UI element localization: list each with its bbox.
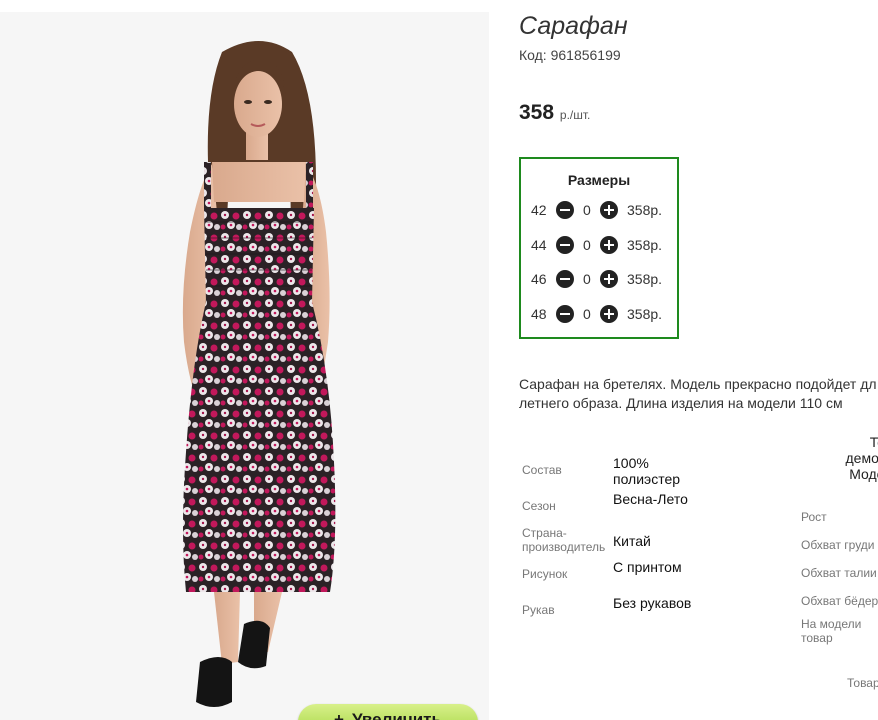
plus-icon[interactable] bbox=[600, 305, 618, 323]
size-price: 358р. bbox=[627, 271, 663, 287]
size-quantity: 0 bbox=[583, 202, 591, 218]
product-price: 358 р./шт. bbox=[519, 101, 590, 125]
size-label: 42 bbox=[531, 202, 547, 218]
model-param-label: На модели товар bbox=[801, 617, 862, 645]
spec-value: С принтом bbox=[613, 559, 682, 575]
size-quantity: 0 bbox=[583, 271, 591, 287]
heading-line: демонст bbox=[845, 450, 878, 466]
zoom-button[interactable]: + Увеличить bbox=[298, 704, 478, 720]
size-price: 358р. bbox=[627, 237, 663, 253]
model-params-heading: Това демонст Модели bbox=[790, 434, 878, 482]
spec-value: Китай bbox=[613, 533, 651, 549]
spec-value: 100% полиэстер bbox=[613, 455, 681, 487]
size-quantity: 0 bbox=[583, 237, 591, 253]
size-label: 48 bbox=[531, 306, 547, 322]
product-title: Сарафан bbox=[519, 12, 628, 40]
spec-label: Состав bbox=[522, 463, 562, 477]
product-photo[interactable] bbox=[0, 12, 489, 720]
spec-value: Без рукавов bbox=[613, 595, 692, 611]
size-quantity: 0 bbox=[583, 306, 591, 322]
spec-label: Сезон bbox=[522, 499, 556, 513]
size-row-46: 46 0 358р. bbox=[521, 269, 677, 289]
minus-icon[interactable] bbox=[556, 201, 574, 219]
size-row-42: 42 0 358р. bbox=[521, 200, 677, 220]
minus-icon[interactable] bbox=[556, 305, 574, 323]
size-row-48: 48 0 358р. bbox=[521, 304, 677, 324]
spec-value: Весна-Лето bbox=[613, 491, 688, 507]
product-page: + Увеличить Сарафан Код: 961856199 358 р… bbox=[0, 0, 878, 720]
spec-label: Рисунок bbox=[522, 567, 568, 581]
plus-icon: + bbox=[334, 710, 344, 720]
minus-icon[interactable] bbox=[556, 236, 574, 254]
plus-icon[interactable] bbox=[600, 236, 618, 254]
price-value: 358 bbox=[519, 101, 555, 124]
product-code: Код: 961856199 bbox=[519, 47, 621, 63]
model-param-label: Обхват талии bbox=[801, 566, 877, 580]
spec-label: Страна-производитель bbox=[522, 526, 606, 554]
zoom-button-label: Увеличить bbox=[351, 710, 442, 720]
model-in-dress-image bbox=[182, 41, 336, 707]
sizes-title: Размеры bbox=[567, 172, 631, 188]
minus-icon[interactable] bbox=[556, 270, 574, 288]
model-param-label: Обхват бёдер bbox=[801, 594, 878, 608]
model-param-label: Рост bbox=[801, 510, 827, 524]
size-price: 358р. bbox=[627, 202, 663, 218]
size-row-44: 44 0 358р. bbox=[521, 235, 677, 255]
sizes-selector: Размеры 42 0 358р. 44 0 358р. 46 0 358р.… bbox=[519, 157, 679, 339]
description-line: Сарафан на бретелях. Модель прекрасно по… bbox=[519, 376, 877, 392]
heading-line: Модели bbox=[849, 466, 878, 482]
size-label: 44 bbox=[531, 237, 547, 253]
product-description: Сарафан на бретелях. Модель прекрасно по… bbox=[519, 375, 878, 413]
spec-label: Рукав bbox=[522, 603, 555, 617]
size-price: 358р. bbox=[627, 306, 663, 322]
trailing-text: Товар bbox=[847, 676, 878, 690]
price-unit: р./шт. bbox=[559, 108, 591, 122]
size-label: 46 bbox=[531, 271, 547, 287]
model-param-label: Обхват груди bbox=[801, 538, 875, 552]
plus-icon[interactable] bbox=[600, 201, 618, 219]
heading-line: Това bbox=[869, 434, 878, 450]
description-line: летнего образа. Длина изделия на модели … bbox=[519, 395, 843, 411]
plus-icon[interactable] bbox=[600, 270, 618, 288]
